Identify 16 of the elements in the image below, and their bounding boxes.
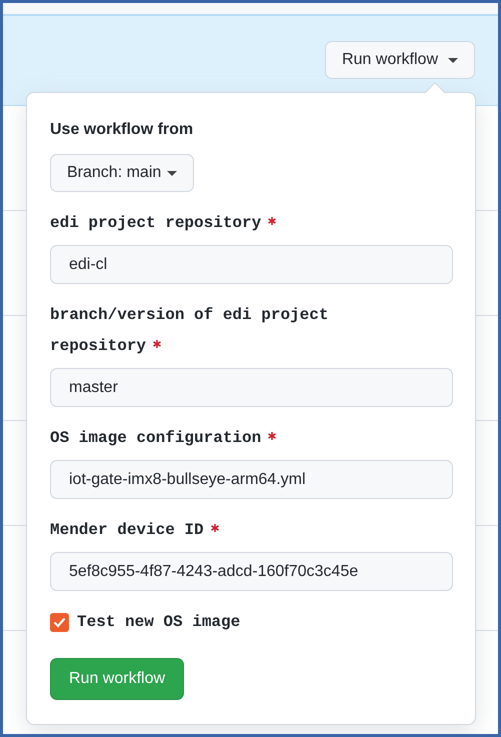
field-label: OS image configuration bbox=[50, 429, 262, 447]
field-label: edi project repository bbox=[50, 214, 262, 232]
checkbox[interactable] bbox=[50, 613, 69, 632]
branch-button[interactable]: Branch: main bbox=[50, 154, 194, 192]
input-field[interactable]: iot-gate-imx8-bullseye-arm64.yml bbox=[50, 460, 453, 499]
input-field[interactable]: master bbox=[50, 368, 453, 407]
popup-title: Use workflow from bbox=[50, 120, 194, 140]
field-label: branch/version of edi project repository bbox=[50, 306, 328, 355]
check-icon bbox=[53, 617, 66, 628]
caret-icon bbox=[448, 58, 458, 62]
input-field[interactable]: 5ef8c955-4f87-4243-adcd-160f70c3c45e bbox=[50, 552, 453, 591]
field-label: Mender device ID bbox=[50, 521, 204, 539]
input-field[interactable]: edi-cl bbox=[50, 245, 453, 284]
caret-icon bbox=[167, 170, 178, 176]
checkbox-label: Test new OS image bbox=[77, 612, 240, 633]
run-workflow-button[interactable]: Run workflow bbox=[324, 41, 475, 79]
